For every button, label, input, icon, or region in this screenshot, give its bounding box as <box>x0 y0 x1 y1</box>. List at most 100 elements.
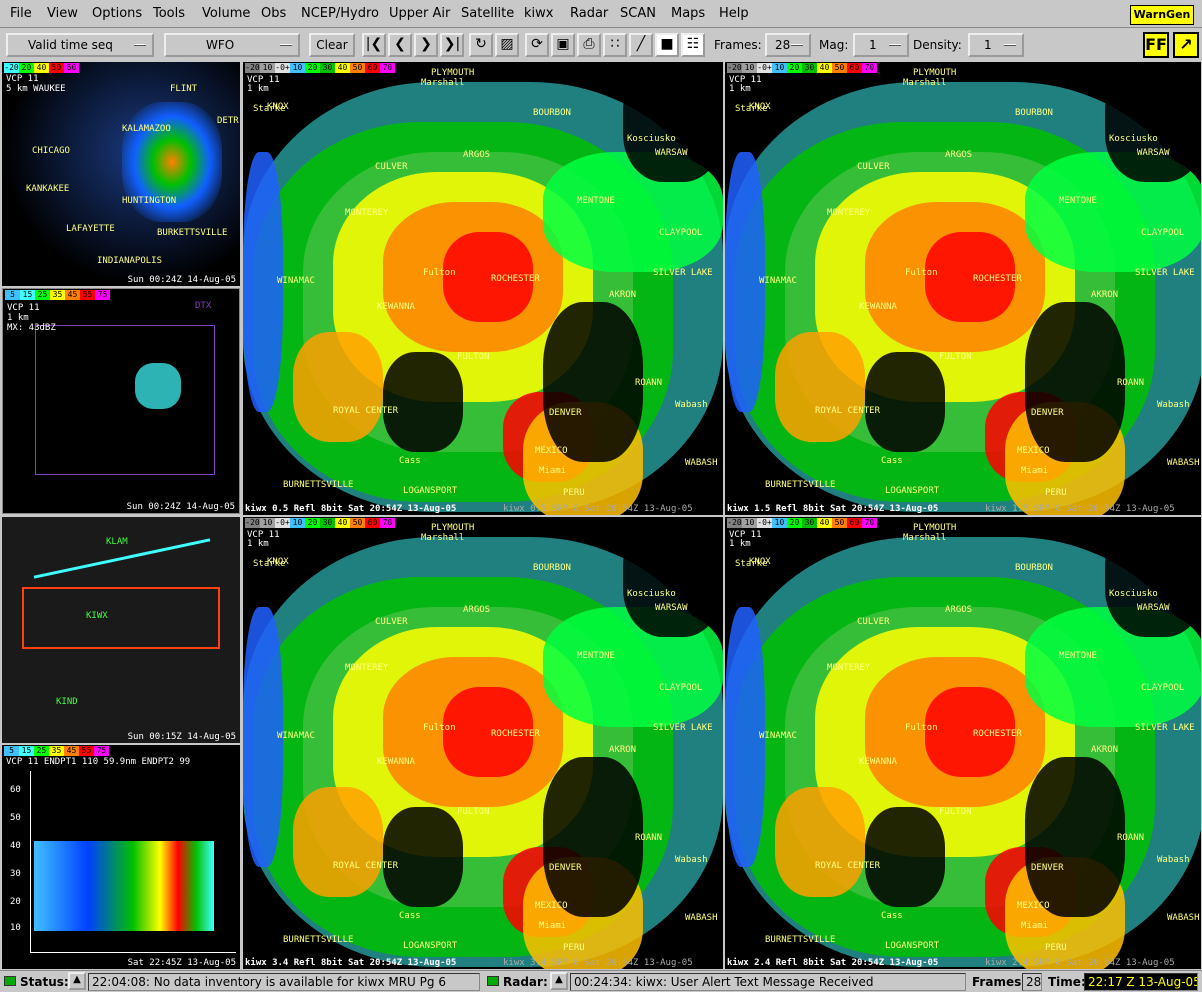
place-label: ARGOS <box>945 150 973 160</box>
single-panel-icon[interactable]: ■ <box>655 33 679 57</box>
colorbar-cell: -20 <box>245 518 260 528</box>
menu-ncep-hydro[interactable]: NCEP/Hydro <box>301 6 379 21</box>
mag-label: Mag: <box>819 38 849 52</box>
place-label: Wabash <box>675 400 708 410</box>
image-props-icon[interactable]: ▨ <box>495 33 519 57</box>
reflectivity-colorbar: -20 10 -0+ 10 20 30 40 50 60 70 <box>245 63 395 73</box>
print-icon[interactable]: ⎙ <box>577 33 601 57</box>
map-label: CHICAGO <box>32 146 70 156</box>
map-label: KIND <box>56 697 78 707</box>
place-label: MENTONE <box>1059 196 1097 206</box>
frames-dropdown[interactable]: 28 <box>765 33 811 57</box>
valid-time-dropdown[interactable]: Valid time seq <box>6 33 154 57</box>
map-label: HUNTINGTON <box>122 196 177 206</box>
menu-maps[interactable]: Maps <box>671 6 705 21</box>
menu-kiwx[interactable]: kiwx <box>524 6 553 21</box>
colorbar-cell: 70 <box>862 518 877 528</box>
menu-help[interactable]: Help <box>719 6 749 21</box>
warn-icon[interactable]: ↗ <box>1173 32 1199 58</box>
colorbar-cell: 60 <box>847 63 862 73</box>
colorbar-cell: 50 <box>350 518 365 528</box>
status-history-icon[interactable]: ▲ <box>68 972 86 990</box>
place-label: AKRON <box>609 290 637 300</box>
place-label: PERU <box>563 488 585 498</box>
y-tick: 30 <box>10 869 21 879</box>
colorbar-cell: 40 <box>335 518 350 528</box>
side-panel-1[interactable]: -20 20 40 50 60 VCP 11 5 km WAUKEE FLINT KAL… <box>2 62 240 286</box>
panel-footer-2: kiwx 2.4 SRM 8 Sat 20:54Z 13-Aug-05 <box>985 958 1175 968</box>
density-dropdown[interactable]: 1 <box>968 33 1024 57</box>
place-label: CLAYPOOL <box>659 228 703 238</box>
mag-dropdown[interactable]: 1 <box>853 33 909 57</box>
radar-panel-1-5[interactable]: -20 10 -0+ 10 20 30 40 50 60 70 VCP 11 1 km PLYMOUTH… <box>725 62 1201 515</box>
frames-value: 28 <box>775 38 791 52</box>
y-tick: 40 <box>10 841 21 851</box>
menu-upper-air[interactable]: Upper Air <box>389 6 450 21</box>
menu-satellite[interactable]: Satellite <box>461 6 514 21</box>
menu-scan[interactable]: SCAN <box>620 6 656 21</box>
colorbar-cell: 50 <box>832 518 847 528</box>
prev-frame-icon[interactable]: ❮ <box>388 33 412 57</box>
colorbar-cell: 50 <box>832 63 847 73</box>
ff-button[interactable]: FF <box>1143 32 1169 58</box>
display-props-icon[interactable]: ▣ <box>551 33 575 57</box>
place-label: ARGOS <box>463 605 491 615</box>
y-tick: 50 <box>10 813 21 823</box>
radar-message: 00:24:34: kiwx: User Alert Text Message … <box>570 973 966 991</box>
place-label: KNOX <box>267 102 289 112</box>
clear-button[interactable]: Clear <box>309 33 355 57</box>
points-icon[interactable]: ∷ <box>603 33 627 57</box>
place-label: DENVER <box>1031 408 1064 418</box>
radar-history-icon[interactable]: ▲ <box>550 972 568 990</box>
menu-radar[interactable]: Radar <box>570 6 608 21</box>
warngen-button[interactable]: WarnGen <box>1130 5 1194 25</box>
radar-panel-3-4[interactable]: -20 10 -0+ 10 20 30 40 50 60 70 VCP 11 1 km PLYMOUTH… <box>243 517 723 969</box>
side-panel-2[interactable]: 5 15 25 35 45 55 75 VCP 11 1 km MX: 43dBZ DTX … <box>2 288 240 514</box>
place-label: BURNETTSVILLE <box>283 935 354 945</box>
baselines-icon[interactable]: ╱ <box>629 33 653 57</box>
colorbar: -20 20 40 50 60 <box>4 63 79 73</box>
place-label: KNOX <box>749 102 771 112</box>
side-panel-3[interactable]: KLAM KIWX KIND Sun 00:15Z 14-Aug-05 <box>2 517 240 743</box>
menu-tools[interactable]: Tools <box>153 6 185 21</box>
first-frame-icon[interactable]: |❮ <box>362 33 386 57</box>
place-label: DENVER <box>1031 863 1064 873</box>
menu-volume[interactable]: Volume <box>202 6 250 21</box>
refresh-icon[interactable]: ⟳ <box>525 33 549 57</box>
radar-echo <box>775 787 865 897</box>
colorbar-cell: 10 <box>290 518 305 528</box>
four-panel-icon[interactable]: ☷ <box>681 33 705 57</box>
map-label: KANKAKEE <box>26 184 70 194</box>
colorbar-cell: 10 <box>290 63 305 73</box>
place-label: AKRON <box>1091 745 1119 755</box>
place-label: Cass <box>881 456 903 466</box>
map-label: INDIANAPOLIS <box>97 256 163 266</box>
loop-icon[interactable]: ↻ <box>469 33 493 57</box>
colorbar-cell: -0+ <box>757 63 772 73</box>
menu-view[interactable]: View <box>47 6 78 21</box>
place-label: CULVER <box>857 617 890 627</box>
next-frame-icon[interactable]: ❯ <box>414 33 438 57</box>
place-label: PERU <box>1045 488 1067 498</box>
panel-footer: Sun 00:24Z 14-Aug-05 <box>127 275 236 285</box>
radar-panel-0-5[interactable]: -20 10 -0+ 10 20 30 40 50 60 70 VCP 11 1 km PLYMOUTH… <box>243 62 723 515</box>
place-label: DENVER <box>549 408 582 418</box>
menu-bar: File View Options Tools Volume Obs NCEP/… <box>0 0 1202 28</box>
place-label: Kosciusko <box>627 589 676 599</box>
place-label: ROYAL CENTER <box>333 861 399 871</box>
colorbar-cell: -20 <box>727 518 742 528</box>
panel-footer: Sun 00:15Z 14-Aug-05 <box>127 732 236 742</box>
side-panel-4[interactable]: 5 15 25 35 45 55 75 VCP 11 ENDPT1 110 59.9nm E… <box>2 745 240 969</box>
menu-file[interactable]: File <box>10 6 32 21</box>
density-label: Density: <box>913 38 962 52</box>
place-label: ARGOS <box>463 150 491 160</box>
scale-dropdown[interactable]: WFO <box>164 33 300 57</box>
place-label: PLYMOUTH <box>431 523 475 533</box>
menu-options[interactable]: Options <box>92 6 142 21</box>
radar-led-icon <box>487 976 499 986</box>
place-label: BURNETTSVILLE <box>765 935 836 945</box>
colorbar-cell: 30 <box>802 518 817 528</box>
radar-panel-2-4[interactable]: -20 10 -0+ 10 20 30 40 50 60 70 VCP 11 1 km PLYMOUTH… <box>725 517 1201 969</box>
last-frame-icon[interactable]: ❯| <box>440 33 464 57</box>
menu-obs[interactable]: Obs <box>261 6 286 21</box>
